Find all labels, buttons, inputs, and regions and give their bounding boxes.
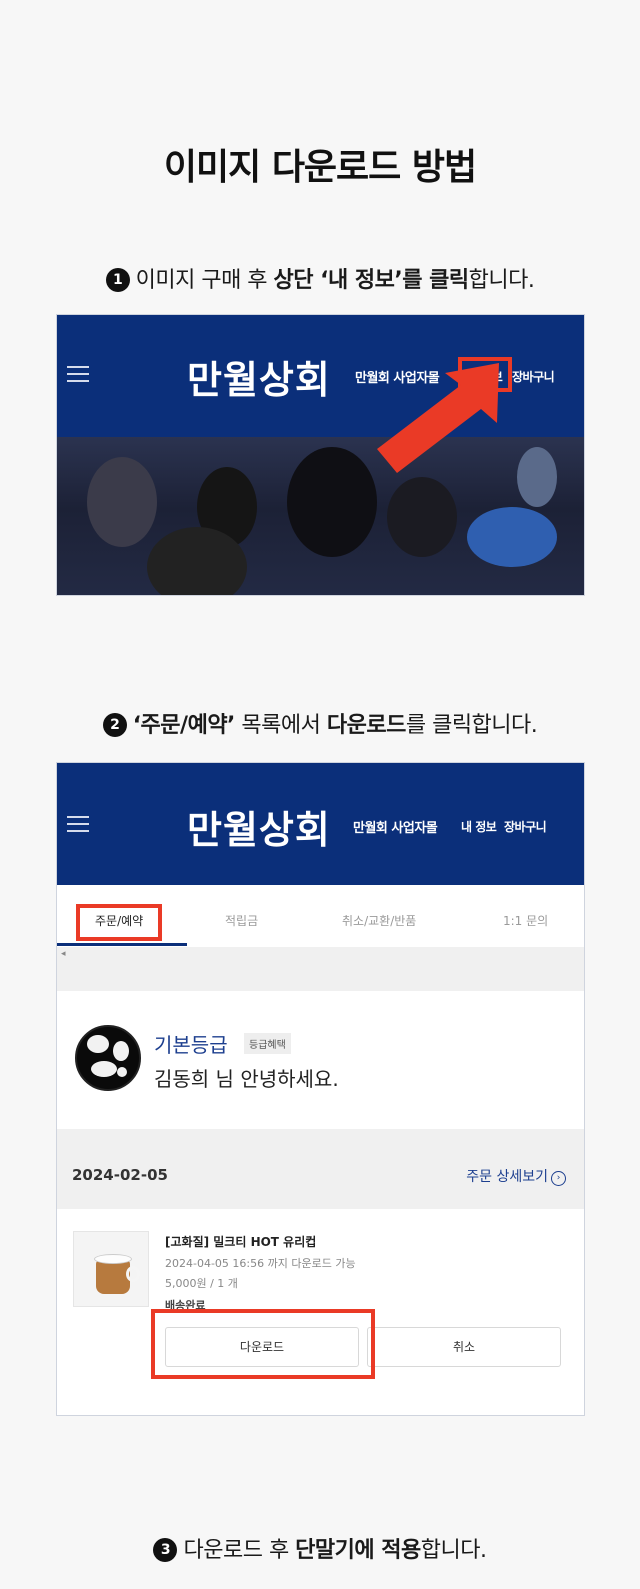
product-thumbnail[interactable] <box>73 1231 149 1307</box>
step-1-instruction: 1 이미지 구매 후 상단 ‘내 정보’를 클릭합니다. <box>0 262 640 294</box>
order-date-bar: 2024-02-05 주문 상세보기 › <box>57 1129 584 1209</box>
download-deadline: 2024-04-05 16:56 까지 다운로드 가능 <box>165 1257 356 1270</box>
tab-inquiry[interactable]: 1:1 문의 <box>503 912 548 929</box>
hamburger-icon[interactable] <box>67 816 89 832</box>
site-header: 만월상회 만월회 사업자몰 내 정보 장바구니 <box>57 763 584 885</box>
site-logo[interactable]: 만월상회 <box>187 349 331 404</box>
cart-link[interactable]: 장바구니 <box>504 818 547 835</box>
my-info-link[interactable]: 내 정보 <box>461 818 497 835</box>
scroll-left-icon[interactable]: ◂ <box>61 949 66 959</box>
screenshot-step-1: 만월상회 만월회 사업자몰 내 정보 장바구니 <box>56 314 585 596</box>
cup-image <box>96 1260 130 1294</box>
product-price: 5,000원 / 1 개 <box>165 1277 238 1290</box>
step-number: 1 <box>105 268 130 292</box>
red-arrow-icon <box>377 363 499 473</box>
profile-card: 기본등급 등급혜택 김동희 님 안녕하세요. <box>57 991 584 1129</box>
tab-returns[interactable]: 취소/교환/반품 <box>342 912 416 929</box>
highlight-box <box>76 904 162 941</box>
chevron-right-circle-icon: › <box>551 1171 566 1186</box>
mall-link[interactable]: 만월회 사업자몰 <box>353 817 438 836</box>
active-tab-indicator <box>57 943 187 946</box>
hamburger-icon[interactable] <box>67 366 89 382</box>
step-2-instruction: 2 ‘주문/예약’ 목록에서 다운로드를 클릭합니다. <box>0 707 640 739</box>
mypage-tabs: 주문/예약 적립금 취소/교환/반품 1:1 문의 <box>57 885 584 947</box>
order-detail-link[interactable]: 주문 상세보기 › <box>466 1166 566 1186</box>
step-number: 3 <box>153 1538 178 1562</box>
avatar <box>75 1025 141 1091</box>
order-item: [고화질] 밀크티 HOT 유리컵 2024-04-05 16:56 까지 다운… <box>57 1209 584 1415</box>
cancel-button[interactable]: 취소 <box>367 1327 561 1367</box>
tab-scroll-area: ◂ <box>57 947 584 991</box>
cart-link[interactable]: 장바구니 <box>512 368 555 385</box>
step-3-instruction: 3 다운로드 후 단말기에 적용합니다. <box>0 1532 640 1564</box>
grade-benefit-badge[interactable]: 등급혜택 <box>244 1033 291 1054</box>
greeting-text: 김동희 님 안녕하세요. <box>154 1067 339 1091</box>
step-number: 2 <box>102 713 127 737</box>
screenshot-step-2: 만월상회 만월회 사업자몰 내 정보 장바구니 주문/예약 적립금 취소/교환/… <box>56 762 585 1416</box>
member-grade: 기본등급 <box>154 1033 228 1057</box>
order-date: 2024-02-05 <box>72 1166 168 1184</box>
page-title: 이미지 다운로드 방법 <box>163 147 477 188</box>
highlight-box <box>151 1309 375 1379</box>
tab-points[interactable]: 적립금 <box>225 912 258 929</box>
site-logo[interactable]: 만월상회 <box>187 799 331 854</box>
product-name[interactable]: [고화질] 밀크티 HOT 유리컵 <box>165 1233 316 1250</box>
